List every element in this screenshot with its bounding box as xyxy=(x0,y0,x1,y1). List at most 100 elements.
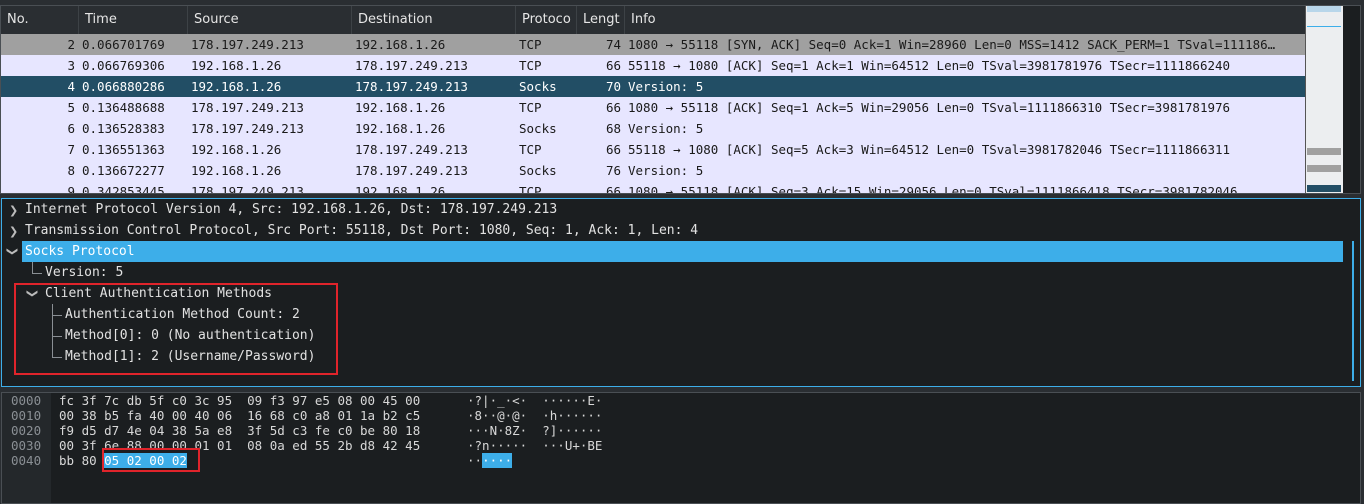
packet-cell-time: 0.342853445 xyxy=(82,184,165,194)
packet-cell-len: 76 xyxy=(605,163,621,178)
packet-cell-len: 66 xyxy=(605,58,621,73)
packet-bytes-pane[interactable]: 0000 fc 3f 7c db 5f c0 3c 95 09 f3 97 e5… xyxy=(1,392,1361,504)
packet-cell-dst: 192.168.1.26 xyxy=(355,100,446,115)
packet-cell-len: 66 xyxy=(605,100,621,115)
hex-bytes[interactable]: 00 38 b5 fa 40 00 40 06 16 68 c0 a8 01 1… xyxy=(59,408,420,423)
hex-offset: 0020 xyxy=(11,423,42,438)
packet-cell-dst: 178.197.249.213 xyxy=(355,163,468,178)
details-scrollbar[interactable] xyxy=(1352,241,1354,381)
packet-row[interactable]: 5 0.136488688 178.197.249.213 192.168.1.26 T… xyxy=(1,97,1305,118)
packet-cell-proto: TCP xyxy=(519,100,542,115)
packet-row[interactable]: 3 0.066769306 192.168.1.26 178.197.249.213 T… xyxy=(1,55,1305,76)
packet-cell-proto: TCP xyxy=(519,184,542,194)
column-header-time[interactable]: Time xyxy=(79,6,188,34)
packet-cell-proto: Socks xyxy=(519,121,557,136)
packet-cell-no: 4 xyxy=(67,79,75,94)
packet-cell-dst: 192.168.1.26 xyxy=(355,184,446,194)
column-header-length[interactable]: Lengt xyxy=(577,6,625,34)
packet-cell-len: 74 xyxy=(605,37,621,52)
packet-cell-dst: 192.168.1.26 xyxy=(355,37,446,52)
hex-bytes-plain: bb 80 xyxy=(59,453,105,468)
packet-cell-len: 66 xyxy=(605,142,621,157)
packet-cell-no: 7 xyxy=(67,142,75,157)
hex-offset: 0010 xyxy=(11,408,42,423)
packet-cell-src: 192.168.1.26 xyxy=(191,79,282,94)
column-header-info[interactable]: Info xyxy=(625,6,1305,34)
packet-cell-info: 1080 → 55118 [ACK] Seq=3 Ack=15 Win=2905… xyxy=(628,184,1238,194)
column-header-protocol[interactable]: Protoco xyxy=(516,6,577,34)
packet-cell-proto: Socks xyxy=(519,79,557,94)
packet-cell-no: 9 xyxy=(67,184,75,194)
packet-row[interactable]: 6 0.136528383 178.197.249.213 192.168.1.26 S… xyxy=(1,118,1305,139)
minimap-marker xyxy=(1307,6,1341,12)
packet-row[interactable]: 2 0.066701769 178.197.249.213 192.168.1.26 T… xyxy=(1,34,1305,55)
hex-ascii[interactable]: ······ xyxy=(467,453,513,468)
minimap-viewport-marker xyxy=(1307,26,1341,27)
packet-cell-time: 0.066880286 xyxy=(82,79,165,94)
packet-list-header: No. Time Source Destination Protoco Leng… xyxy=(1,6,1305,35)
packet-cell-dst: 178.197.249.213 xyxy=(355,142,468,157)
hex-bytes[interactable]: fc 3f 7c db 5f c0 3c 95 09 f3 97 e5 08 0… xyxy=(59,393,420,408)
packet-cell-dst: 178.197.249.213 xyxy=(355,79,468,94)
packet-minimap-scrollbar[interactable] xyxy=(1305,6,1343,193)
annotation-highlight-box xyxy=(102,448,200,472)
minimap-marker xyxy=(1307,148,1341,155)
packet-row[interactable]: 7 0.136551363 192.168.1.26 178.197.249.213 T… xyxy=(1,139,1305,160)
hex-bytes[interactable]: f9 d5 d7 4e 04 38 5a e8 3f 5d c3 fe c0 b… xyxy=(59,423,420,438)
packet-row[interactable]: 9 0.342853445 178.197.249.213 192.168.1.26 T… xyxy=(1,181,1305,194)
tree-item-ip[interactable]: Internet Protocol Version 4, Src: 192.16… xyxy=(25,199,557,220)
hex-ascii-highlighted[interactable]: ···· xyxy=(482,453,513,468)
packet-cell-proto: TCP xyxy=(519,37,542,52)
packet-cell-info: 1080 → 55118 [ACK] Seq=1 Ack=5 Win=29056… xyxy=(628,100,1231,115)
minimap-marker xyxy=(1307,165,1341,172)
tree-item-tcp[interactable]: Transmission Control Protocol, Src Port:… xyxy=(25,220,698,241)
packet-cell-dst: 178.197.249.213 xyxy=(355,58,468,73)
packet-cell-proto: Socks xyxy=(519,163,557,178)
hex-ascii[interactable]: ·?|·_·<· ······E· xyxy=(467,393,602,408)
packet-row-selected[interactable]: 4 0.066880286 192.168.1.26 178.197.249.213 S… xyxy=(1,76,1305,97)
packet-cell-time: 0.136488688 xyxy=(82,100,165,115)
column-header-source[interactable]: Source xyxy=(188,6,352,34)
packet-cell-dst: 192.168.1.26 xyxy=(355,121,446,136)
packet-cell-time: 0.066701769 xyxy=(82,37,165,52)
chevron-down-icon[interactable]: ❯ xyxy=(6,247,19,256)
packet-cell-proto: TCP xyxy=(519,142,542,157)
packet-cell-info: Version: 5 xyxy=(628,163,704,178)
packet-cell-len: 66 xyxy=(605,184,621,194)
tree-connector xyxy=(32,273,42,274)
packet-cell-info: 1080 → 55118 [SYN, ACK] Seq=0 Ack=1 Win=… xyxy=(628,37,1276,52)
packet-cell-no: 8 xyxy=(67,163,75,178)
packet-cell-time: 0.136672277 xyxy=(82,163,165,178)
packet-cell-src: 178.197.249.213 xyxy=(191,121,304,136)
packet-cell-proto: TCP xyxy=(519,58,542,73)
hex-ascii[interactable]: ·?n····· ···U+·BE xyxy=(467,438,602,453)
packet-cell-src: 178.197.249.213 xyxy=(191,184,304,194)
packet-cell-time: 0.136551363 xyxy=(82,142,165,157)
minimap-selected-marker xyxy=(1307,185,1341,192)
column-header-destination[interactable]: Destination xyxy=(352,6,516,34)
hex-offset: 0040 xyxy=(11,453,42,468)
packet-cell-src: 178.197.249.213 xyxy=(191,100,304,115)
hex-ascii[interactable]: ·8··@·@· ·h······ xyxy=(467,408,602,423)
packet-cell-no: 5 xyxy=(67,100,75,115)
chevron-right-icon[interactable]: ❯ xyxy=(9,225,18,238)
packet-cell-time: 0.066769306 xyxy=(82,58,165,73)
packet-list-pane[interactable]: No. Time Source Destination Protoco Leng… xyxy=(0,5,1361,194)
tree-item-version[interactable]: Version: 5 xyxy=(45,262,123,283)
packet-row[interactable]: 8 0.136672277 192.168.1.26 178.197.249.213 S… xyxy=(1,160,1305,181)
hex-ascii[interactable]: ···N·8Z· ?]······ xyxy=(467,423,602,438)
column-header-no[interactable]: No. xyxy=(1,6,79,34)
packet-cell-src: 178.197.249.213 xyxy=(191,37,304,52)
packet-cell-src: 192.168.1.26 xyxy=(191,142,282,157)
packet-cell-no: 2 xyxy=(67,37,75,52)
chevron-right-icon[interactable]: ❯ xyxy=(9,204,18,217)
hex-ascii-plain: ·· xyxy=(467,453,483,468)
packet-cell-no: 3 xyxy=(67,58,75,73)
packet-cell-no: 6 xyxy=(67,121,75,136)
tree-connector xyxy=(32,262,33,273)
packet-cell-info: 55118 → 1080 [ACK] Seq=1 Ack=1 Win=64512… xyxy=(628,58,1231,73)
annotation-highlight-box xyxy=(14,283,338,375)
tree-item-socks[interactable]: Socks Protocol xyxy=(22,241,1343,262)
packet-cell-info: Version: 5 xyxy=(628,79,704,94)
packet-cell-time: 0.136528383 xyxy=(82,121,165,136)
